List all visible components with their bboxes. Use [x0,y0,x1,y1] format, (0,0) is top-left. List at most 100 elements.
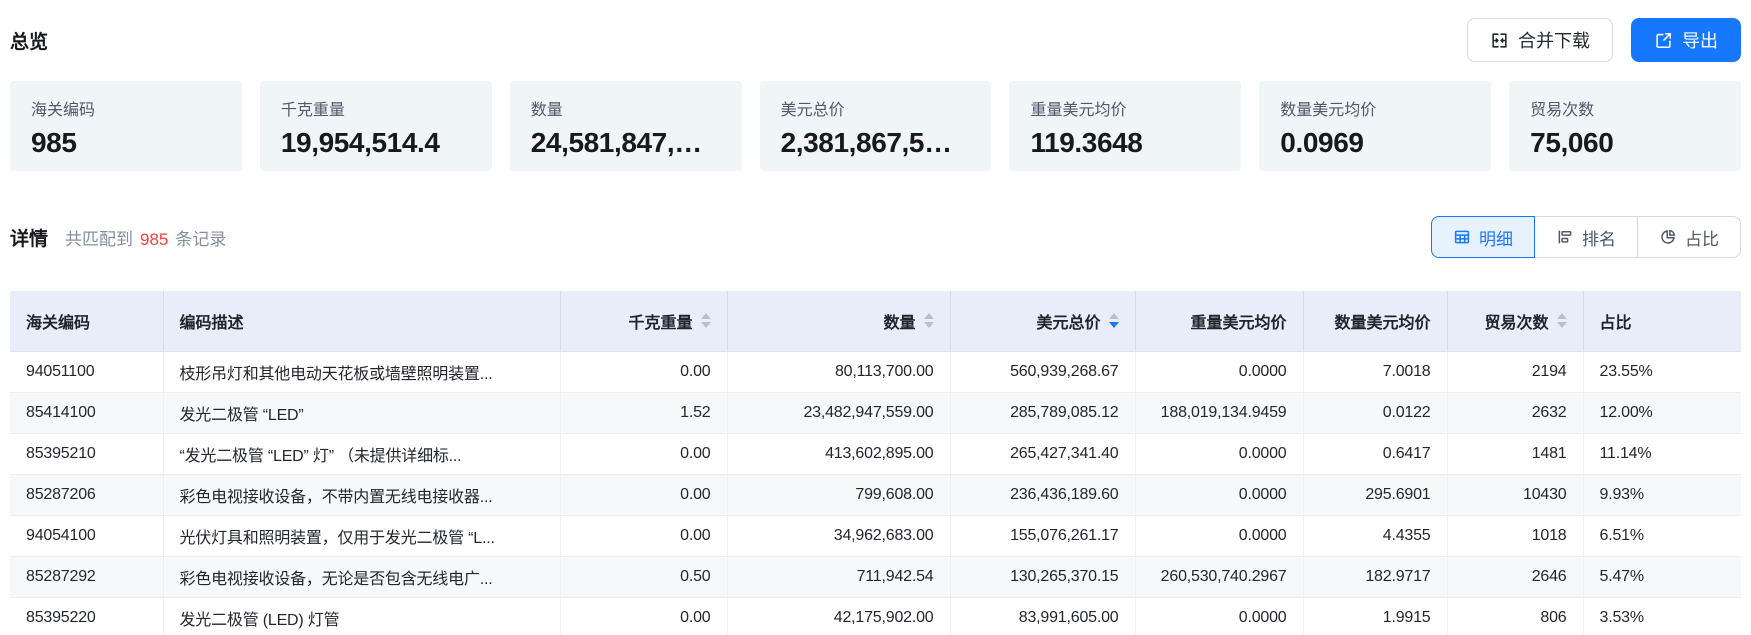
cell-kg: 0.00 [560,515,727,556]
column-header-qty[interactable]: 数量 [727,291,950,351]
cell-code: 85414100 [10,392,163,433]
cell-kg: 0.00 [560,433,727,474]
cell-kg-avg: 0.0000 [1135,515,1303,556]
tab-label: 排名 [1582,225,1616,250]
cell-kg: 0.50 [560,556,727,597]
tab-detail[interactable]: 明细 [1431,216,1535,258]
column-header-label: 千克重量 [628,309,692,333]
cell-trades: 2632 [1447,392,1583,433]
topbar-buttons: 合并下载 导出 [1467,18,1741,62]
cell-qty: 799,608.00 [727,474,950,515]
merge-download-label: 合并下载 [1518,27,1590,53]
stat-card-3: 美元总价 2,381,867,5… [760,81,992,171]
stat-card-4: 重量美元均价 119.3648 [1009,81,1241,171]
sort-caret[interactable] [924,313,934,328]
tab-label: 明细 [1479,225,1513,250]
table-row: 85395220发光二极管 (LED) 灯管0.0042,175,902.008… [10,597,1741,635]
table-row: 85414100发光二极管 “LED”1.5223,482,947,559.00… [10,392,1741,433]
view-tabs: 明细 排名 占比 [1431,216,1741,258]
cell-kg-avg: 0.0000 [1135,474,1303,515]
sort-caret[interactable] [1109,313,1119,328]
table-row: 94054100光伏灯具和照明装置，仅用于发光二极管 “L...0.0034,9… [10,515,1741,556]
details-left: 详情 共匹配到 985 条记录 [10,224,226,251]
cell-qty: 34,962,683.00 [727,515,950,556]
cell-trades: 1018 [1447,515,1583,556]
stat-value: 0.0969 [1280,127,1470,159]
tab-ranking[interactable]: 排名 [1535,217,1637,257]
cell-trades: 2194 [1447,351,1583,392]
stats-row: 海关编码 985 千克重量 19,954,514.4 数量 24,581,847… [0,81,1751,171]
stat-value: 75,060 [1530,127,1720,159]
details-title: 详情 [10,224,48,251]
column-header-trades[interactable]: 贸易次数 [1447,291,1583,351]
tab-share[interactable]: 占比 [1637,217,1740,257]
cell-qty-avg: 0.0122 [1303,392,1447,433]
column-header-kg[interactable]: 千克重量 [560,291,727,351]
cell-kg: 0.00 [560,597,727,635]
cell-share: 11.14% [1583,433,1741,474]
column-header-qty-avg: 数量美元均价 [1303,291,1447,351]
cell-qty-avg: 1.9915 [1303,597,1447,635]
column-header-label: 重量美元均价 [1190,309,1286,333]
page-title: 总览 [10,27,48,54]
sort-caret[interactable] [701,313,711,328]
cell-qty-avg: 4.4355 [1303,515,1447,556]
cell-kg-avg: 0.0000 [1135,351,1303,392]
tab-label: 占比 [1685,225,1719,250]
sort-caret[interactable] [1557,313,1567,328]
cell-trades: 10430 [1447,474,1583,515]
table-row: 85287292彩色电视接收设备，无论是否包含无线电广...0.50711,94… [10,556,1741,597]
detail-table: 海关编码 编码描述 千克重量 数量 美元总价 重量美元均价 数量美元均价 贸易次… [10,291,1741,635]
cell-qty: 80,113,700.00 [727,351,950,392]
match-suffix: 条记录 [175,230,226,249]
table-row: 85287206彩色电视接收设备，不带内置无线电接收器...0.00799,60… [10,474,1741,515]
column-header-usd[interactable]: 美元总价 [950,291,1135,351]
cell-desc: 枝形吊灯和其他电动天花板或墙壁照明装置... [163,351,560,392]
column-header-label: 占比 [1600,309,1632,333]
stat-card-1: 千克重量 19,954,514.4 [260,81,492,171]
table-row: 94051100枝形吊灯和其他电动天花板或墙壁照明装置...0.0080,113… [10,351,1741,392]
details-bar: 详情 共匹配到 985 条记录 明细 排名 占比 [0,216,1751,258]
table-body: 94051100枝形吊灯和其他电动天花板或墙壁照明装置...0.0080,113… [10,351,1741,635]
table-row: 85395210“发光二极管 “LED” 灯” （未提供详细标...0.0041… [10,433,1741,474]
stat-value: 119.3648 [1030,127,1220,159]
cell-trades: 1481 [1447,433,1583,474]
match-prefix: 共匹配到 [65,230,133,249]
cell-kg-avg: 260,530,740.2967 [1135,556,1303,597]
cell-code: 85395220 [10,597,163,635]
topbar: 总览 合并下载 导出 [0,0,1751,64]
cell-trades: 2646 [1447,556,1583,597]
export-button[interactable]: 导出 [1631,18,1741,62]
table-header-row: 海关编码 编码描述 千克重量 数量 美元总价 重量美元均价 数量美元均价 贸易次… [10,291,1741,351]
cell-qty: 42,175,902.00 [727,597,950,635]
merge-download-button[interactable]: 合并下载 [1467,18,1613,62]
cell-trades: 806 [1447,597,1583,635]
match-count: 985 [140,230,168,249]
stat-label: 重量美元均价 [1030,96,1220,120]
ranking-icon [1556,228,1574,246]
cell-usd: 265,427,341.40 [950,433,1135,474]
cell-desc: “发光二极管 “LED” 灯” （未提供详细标... [163,433,560,474]
cell-code: 94051100 [10,351,163,392]
cell-kg-avg: 0.0000 [1135,597,1303,635]
cell-desc: 发光二极管 “LED” [163,392,560,433]
stat-label: 数量 [531,96,721,120]
cell-usd: 560,939,268.67 [950,351,1135,392]
stat-card-6: 贸易次数 75,060 [1509,81,1741,171]
cell-kg: 0.00 [560,351,727,392]
cell-qty: 413,602,895.00 [727,433,950,474]
cell-kg: 0.00 [560,474,727,515]
cell-qty: 711,942.54 [727,556,950,597]
cell-share: 12.00% [1583,392,1741,433]
stat-card-5: 数量美元均价 0.0969 [1259,81,1491,171]
cell-share: 3.53% [1583,597,1741,635]
cell-usd: 285,789,085.12 [950,392,1135,433]
stat-label: 贸易次数 [1530,96,1720,120]
stat-value: 24,581,847,… [531,127,721,159]
cell-usd: 155,076,261.17 [950,515,1135,556]
cell-qty-avg: 0.6417 [1303,433,1447,474]
column-header-label: 数量 [883,309,915,333]
export-icon [1654,31,1673,50]
cell-share: 9.93% [1583,474,1741,515]
cell-kg-avg: 0.0000 [1135,433,1303,474]
